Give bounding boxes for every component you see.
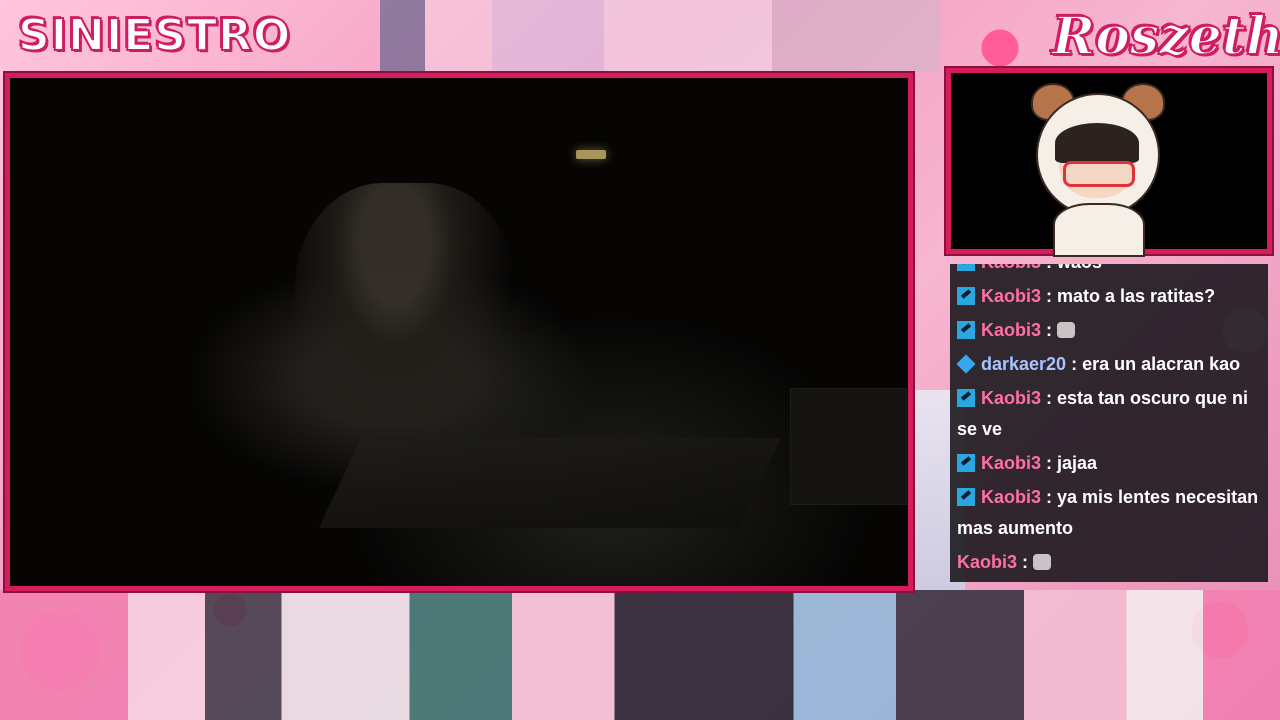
top-anime-art	[380, 0, 940, 72]
chat-message: Kaobi3 :	[956, 546, 1262, 580]
cat-emote-icon	[1057, 322, 1076, 338]
chat-separator: :	[1041, 264, 1057, 272]
chat-username[interactable]: Kaobi3	[981, 264, 1041, 272]
cat-emote-icon	[1033, 554, 1052, 570]
vtuber-avatar	[1031, 83, 1165, 257]
chat-text: waos	[1057, 264, 1102, 272]
streamer-name: Roszeth	[1051, 5, 1280, 68]
avatar-glasses	[1063, 161, 1135, 187]
chat-separator: :	[1066, 354, 1083, 374]
chat-message: Kaobi3 : waos	[956, 264, 1262, 280]
mod-icon	[957, 454, 975, 472]
chat-panel: Kaobi3 : waos Kaobi3 : mato a las ratita…	[950, 264, 1268, 582]
mod-icon	[957, 287, 975, 305]
crate	[790, 388, 907, 505]
chat-text: jajaa	[1057, 453, 1098, 473]
chat-separator: :	[1041, 487, 1058, 507]
chat-username[interactable]: Kaobi3	[981, 487, 1041, 507]
chat-separator: :	[1041, 388, 1058, 408]
avatar-body	[1053, 203, 1145, 257]
chat-message: darkaer20 : era un alacran kao	[956, 348, 1262, 382]
chat-message: Kaobi3 : ya mis lentes necesitan mas aum…	[956, 481, 1262, 546]
video-player[interactable]	[10, 78, 908, 586]
chat-separator: :	[1017, 552, 1034, 572]
avatar-hair	[1055, 123, 1139, 163]
webcam-frame	[946, 68, 1272, 257]
mod-icon	[957, 488, 975, 506]
cube-icon	[956, 354, 976, 374]
bottom-anime-art	[0, 590, 1280, 720]
chat-username[interactable]: Kaobi3	[981, 320, 1041, 340]
video-frame	[5, 73, 913, 591]
chat-message: Kaobi3 :	[956, 314, 1262, 348]
chat-username[interactable]: Kaobi3	[981, 388, 1041, 408]
chat-username[interactable]: Kaobi3	[981, 453, 1041, 473]
chat-separator: :	[1041, 286, 1058, 306]
chat-text: era un alacran kao	[1082, 354, 1241, 374]
crouching-figure	[295, 183, 515, 443]
ceiling-lamp	[576, 150, 606, 159]
chat-username[interactable]: Kaobi3	[981, 286, 1041, 306]
chat-message: Kaobi3 : mato a las ratitas?	[956, 280, 1262, 314]
mod-icon	[957, 264, 975, 271]
mod-icon	[957, 321, 975, 339]
chat-username[interactable]: Kaobi3	[957, 552, 1017, 572]
floor-panel	[319, 438, 781, 528]
chat-message: Kaobi3 : jajaa	[956, 447, 1262, 481]
chat-message-list: Kaobi3 : waos Kaobi3 : mato a las ratita…	[956, 264, 1262, 580]
mod-icon	[957, 389, 975, 407]
chat-separator: :	[1041, 453, 1058, 473]
channel-title: SINIESTRO	[17, 9, 292, 62]
chat-separator: :	[1041, 320, 1058, 340]
chat-text: mato a las ratitas?	[1057, 286, 1216, 306]
chat-username[interactable]: darkaer20	[981, 354, 1066, 374]
chat-message: Kaobi3 : esta tan oscuro que ni se ve	[956, 382, 1262, 447]
